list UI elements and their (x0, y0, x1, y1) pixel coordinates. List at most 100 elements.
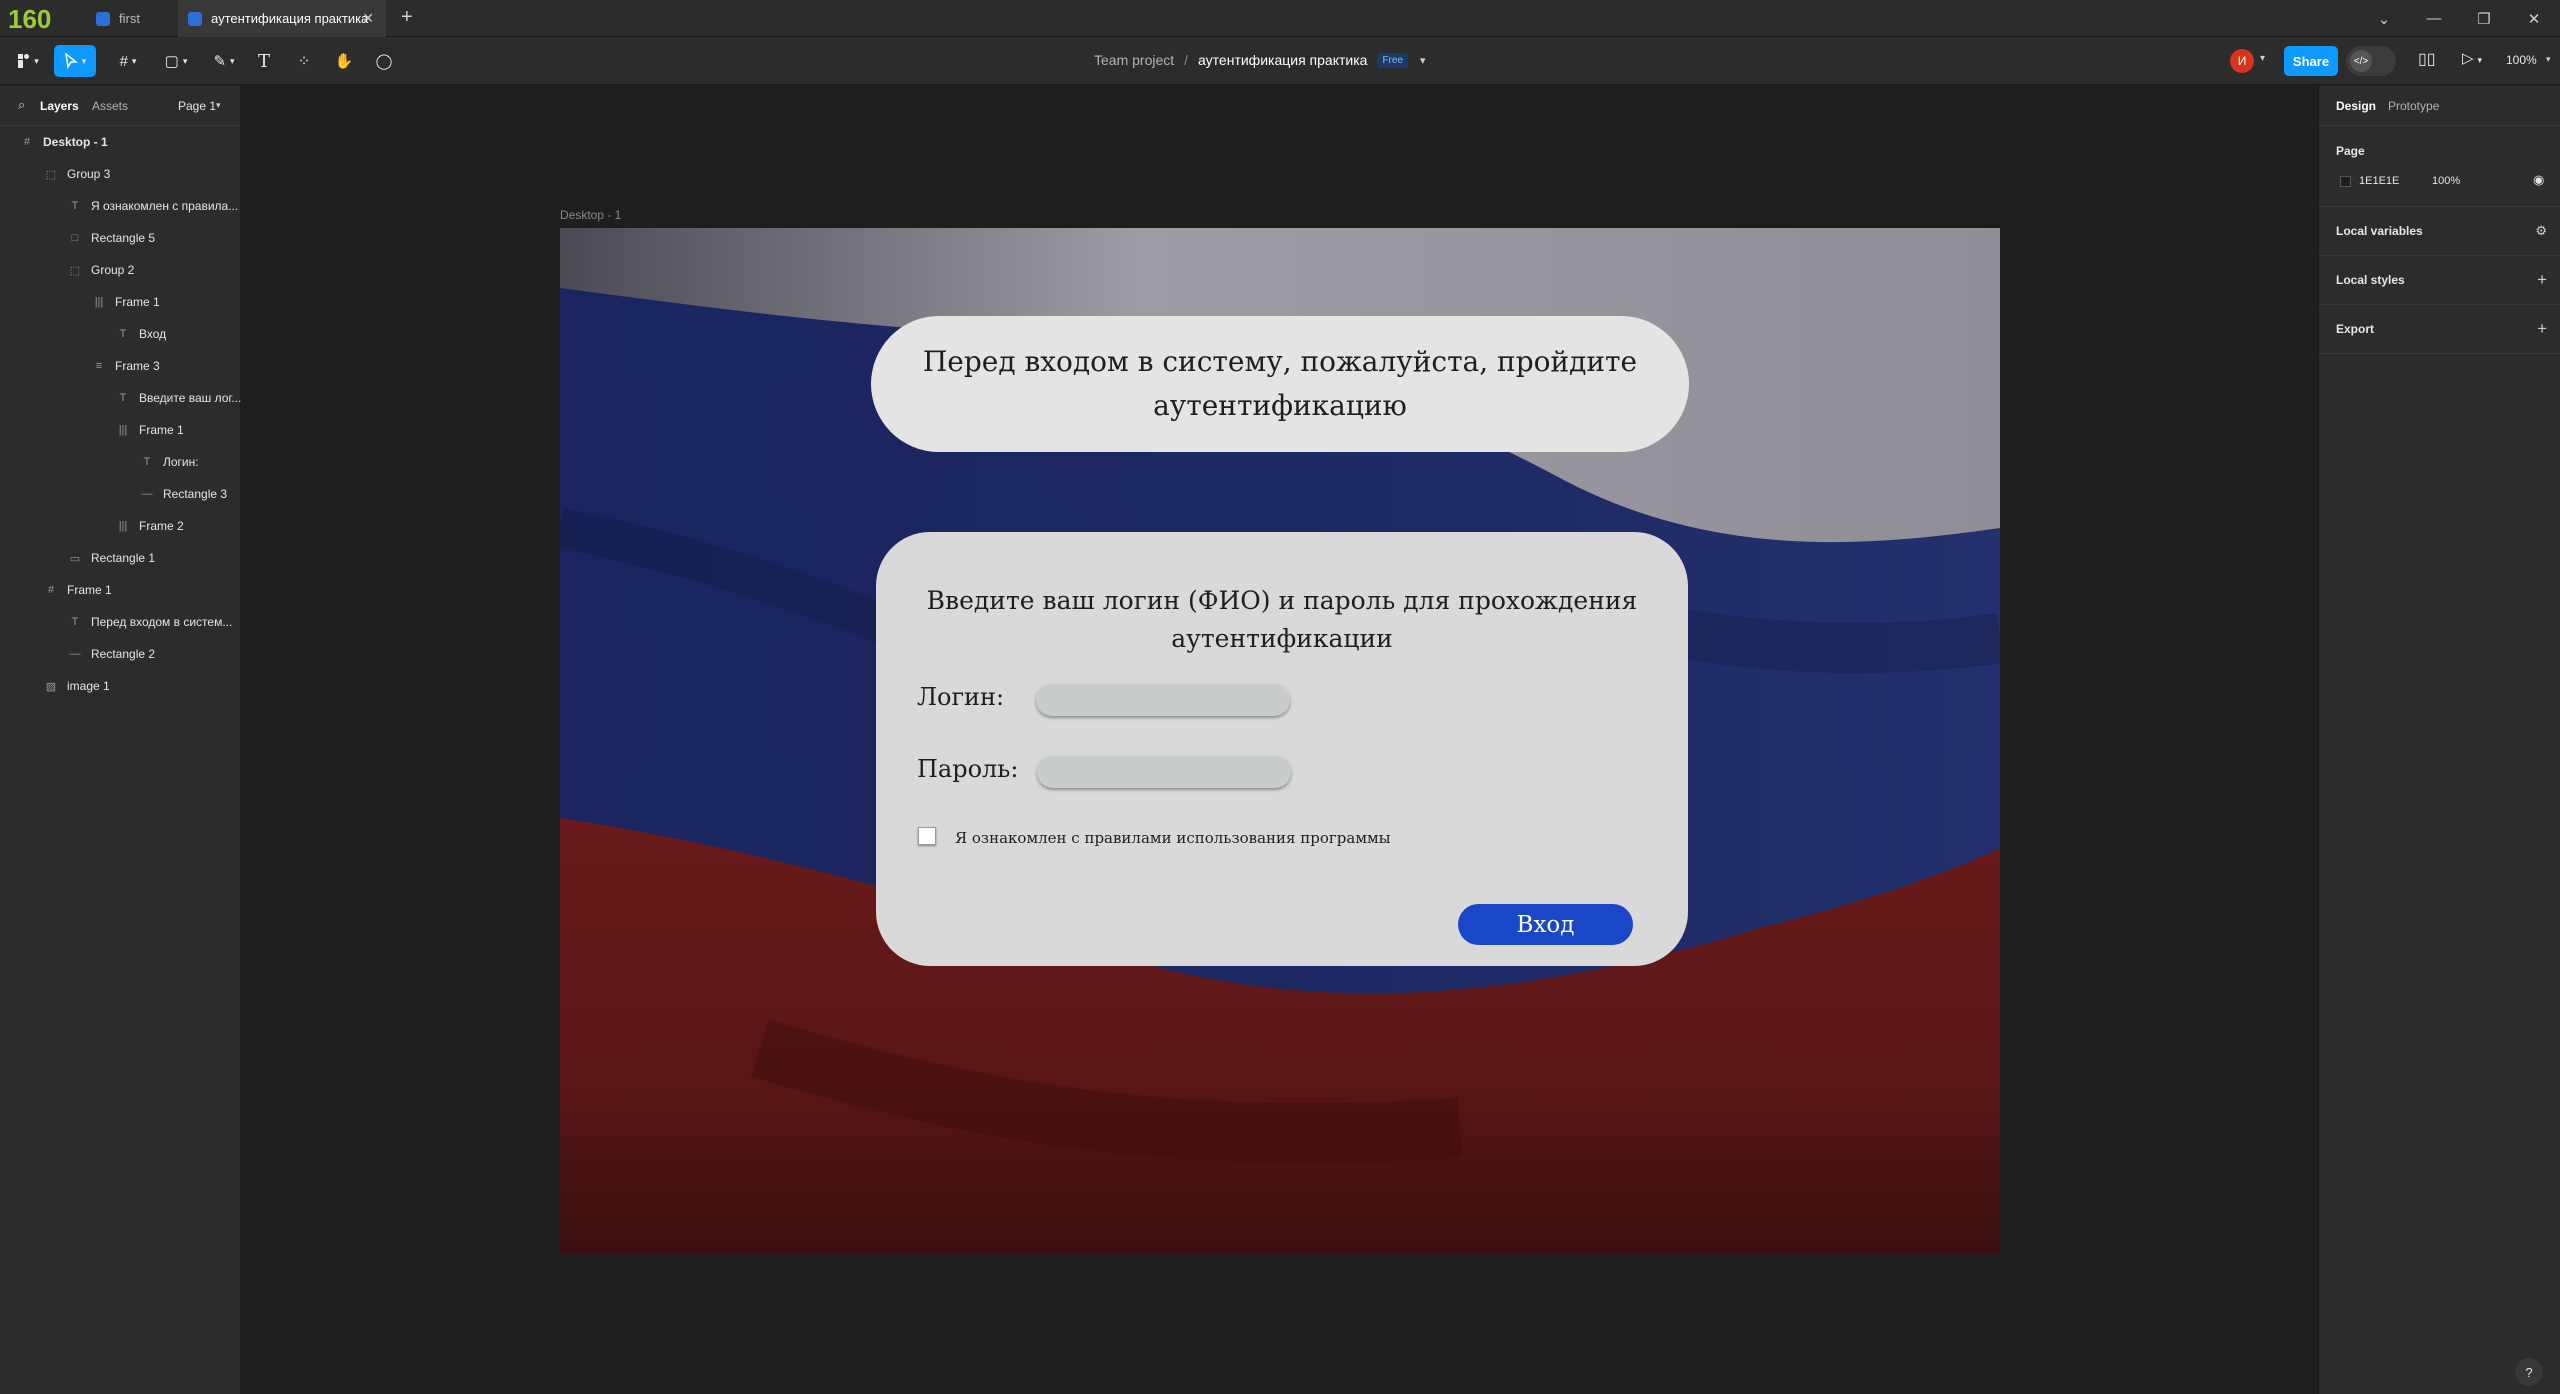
agree-checkbox[interactable] (918, 827, 936, 845)
avatar[interactable]: И (2230, 49, 2254, 73)
chevron-down-icon[interactable]: ▾ (1420, 54, 1426, 67)
layer-row[interactable]: ▨ image 1 (0, 670, 241, 702)
layer-label: Я ознакомлен с правила... (91, 199, 239, 213)
tab-design[interactable]: Design (2336, 99, 2376, 113)
checkbox-label[interactable]: Я ознакомлен с правилами использования п… (955, 829, 1391, 847)
layer-type-icon: ||| (118, 424, 128, 436)
frame-tool-icon[interactable]: # ▾ (110, 45, 146, 77)
rectangle-tool-icon[interactable]: ▢ ▾ (158, 45, 194, 77)
page-selector[interactable]: Page 1 (178, 99, 216, 113)
page-color-swatch[interactable] (2340, 176, 2351, 187)
page-opacity[interactable]: 100% (2432, 175, 2460, 187)
zoom-level[interactable]: 100% (2506, 53, 2537, 67)
close-window-icon[interactable]: ✕ (2509, 0, 2559, 37)
export-row[interactable]: Export + (2319, 305, 2560, 354)
page-heading: Page (2336, 144, 2365, 158)
layer-row[interactable]: # Desktop - 1 (0, 126, 241, 158)
layer-row[interactable]: — Rectangle 2 (0, 638, 241, 670)
design-panel: Design Prototype Page 1E1E1E 100% ◉ Loca… (2318, 86, 2560, 1394)
layer-row[interactable]: ▭ Rectangle 1 (0, 542, 241, 574)
login-input[interactable] (1036, 684, 1290, 716)
move-tool-button[interactable]: ▾ (54, 45, 96, 77)
comment-tool-icon[interactable]: ◯ (372, 45, 396, 77)
tab-assets[interactable]: Assets (92, 99, 128, 113)
chevron-down-icon[interactable]: ⌄ (2359, 0, 2409, 37)
login-card: Введите ваш логин (ФИО) и пароль для про… (876, 532, 1688, 966)
breadcrumb: Team project / аутентификация практика F… (1094, 52, 1426, 68)
layer-row[interactable]: T Я ознакомлен с правила... (0, 190, 241, 222)
layer-type-icon: T (71, 200, 79, 212)
chevron-down-icon[interactable]: ▾ (2260, 53, 2265, 64)
main-menu-icon[interactable]: ▾ (10, 45, 46, 77)
layer-row[interactable]: ⬚ Group 2 (0, 254, 241, 286)
layer-label: Group 2 (91, 263, 135, 277)
layer-row[interactable]: T Вход (0, 318, 241, 350)
layer-row[interactable]: T Введите ваш лог... (0, 382, 241, 414)
layer-row[interactable]: # Frame 1 (0, 574, 241, 606)
layer-type-icon: ▭ (69, 552, 81, 565)
layer-row[interactable]: T Перед входом в систем... (0, 606, 241, 638)
add-style-icon[interactable]: + (2537, 270, 2547, 290)
chevron-down-icon[interactable]: ▾ (2546, 54, 2551, 65)
breadcrumb-team[interactable]: Team project (1094, 52, 1174, 68)
text-tool-icon[interactable]: T (252, 45, 276, 77)
password-label: Пароль: (917, 755, 1019, 783)
layer-type-icon: — (141, 488, 153, 500)
tab-layers[interactable]: Layers (40, 99, 79, 113)
layer-label: Frame 1 (67, 583, 112, 597)
search-icon[interactable]: ⌕ (18, 97, 25, 113)
layer-label: Rectangle 3 (163, 487, 228, 501)
tab-authentication[interactable]: аутентификация практика ✕ (178, 0, 386, 37)
panel-tabs: Design Prototype (2319, 86, 2560, 126)
local-styles-row[interactable]: Local styles + (2319, 256, 2560, 305)
password-input[interactable] (1037, 756, 1291, 788)
new-tab-button[interactable]: + (401, 6, 413, 29)
layer-label: Group 3 (67, 167, 111, 181)
restore-icon[interactable]: ❐ (2459, 0, 2509, 37)
layer-row[interactable]: ≡ Frame 3 (0, 350, 241, 382)
layer-row[interactable]: ||| Frame 1 (0, 414, 241, 446)
layer-row[interactable]: ||| Frame 1 (0, 286, 241, 318)
layer-row[interactable]: ||| Frame 2 (0, 510, 241, 542)
login-label: Логин: (917, 683, 1005, 711)
fps-counter: 160 (8, 4, 52, 34)
present-icon[interactable]: ▷ ▾ (2462, 49, 2482, 67)
tab-first[interactable]: first (86, 0, 184, 37)
help-button[interactable]: ? (2515, 1358, 2543, 1386)
layer-type-icon: □ (71, 232, 79, 244)
layer-type-icon: ||| (118, 520, 128, 532)
layer-row[interactable]: ⬚ Group 3 (0, 158, 241, 190)
layer-type-icon: ⬚ (69, 264, 81, 277)
close-tab-icon[interactable]: ✕ (362, 10, 374, 27)
library-icon[interactable]: ▯▯ (2418, 49, 2436, 69)
dev-mode-toggle[interactable]: </> (2346, 46, 2396, 76)
login-button[interactable]: Вход (1458, 904, 1633, 945)
chevron-down-icon[interactable]: ▾ (216, 100, 221, 111)
layer-type-icon: T (119, 392, 127, 404)
banner: Перед входом в систему, пожалуйста, прой… (871, 316, 1689, 452)
page-color-hex[interactable]: 1E1E1E (2359, 175, 2399, 187)
layer-label: Вход (139, 327, 167, 341)
banner-text: Перед входом в систему, пожалуйста, прой… (922, 345, 1638, 422)
frame-label[interactable]: Desktop - 1 (560, 208, 621, 222)
visibility-eye-icon[interactable]: ◉ (2533, 172, 2544, 188)
hand-tool-icon[interactable]: ✋ (332, 45, 356, 77)
login-button-label: Вход (1516, 911, 1575, 938)
layer-label: Desktop - 1 (43, 135, 108, 149)
layer-type-icon: ≡ (95, 360, 103, 372)
layers-panel: ⌕ Layers Assets Page 1 ▾ # Desktop - 1 ⬚ Gr… (0, 86, 241, 1394)
layer-row[interactable]: □ Rectangle 5 (0, 222, 241, 254)
pen-tool-icon[interactable]: ✎ ▾ (206, 45, 242, 77)
tab-prototype[interactable]: Prototype (2388, 99, 2439, 113)
layer-row[interactable]: — Rectangle 3 (0, 478, 241, 510)
resources-icon[interactable]: ⁘ (292, 45, 316, 77)
file-name[interactable]: аутентификация практика (1198, 52, 1367, 68)
share-button[interactable]: Share (2284, 46, 2338, 76)
local-styles-label: Local styles (2336, 273, 2405, 287)
tab-label: аутентификация практика (211, 11, 369, 26)
variables-settings-icon[interactable]: ⚙ (2535, 223, 2547, 239)
minimize-icon[interactable]: — (2409, 0, 2459, 37)
local-variables-row[interactable]: Local variables ⚙ (2319, 207, 2560, 256)
layer-row[interactable]: T Логин: (0, 446, 241, 478)
add-export-icon[interactable]: + (2537, 319, 2547, 339)
